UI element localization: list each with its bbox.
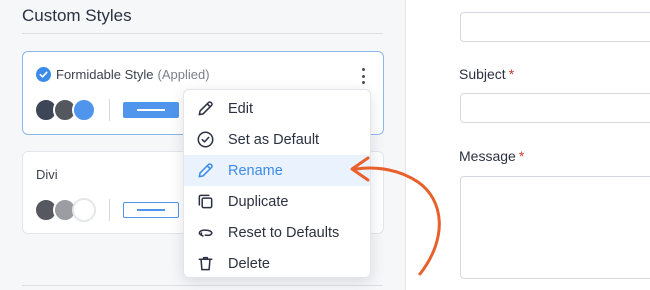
- text-input[interactable]: [460, 12, 650, 42]
- menu-item-delete[interactable]: Delete: [184, 248, 370, 279]
- applied-label: (Applied): [157, 67, 210, 82]
- message-textarea[interactable]: [460, 176, 650, 279]
- color-swatch: [72, 198, 96, 222]
- style-card-header: Divi: [36, 167, 58, 182]
- style-context-menu: Edit Set as Default Rename Duplicate Res…: [183, 89, 371, 278]
- style-name: Divi: [36, 167, 58, 182]
- menu-item-label: Delete: [228, 255, 270, 272]
- menu-item-label: Reset to Defaults: [228, 224, 340, 241]
- color-swatches: [34, 198, 100, 224]
- menu-item-duplicate[interactable]: Duplicate: [184, 186, 370, 217]
- menu-item-label: Rename: [228, 162, 283, 179]
- reset-icon: [195, 223, 215, 243]
- trash-icon: [195, 254, 215, 274]
- pencil-icon: [195, 99, 215, 119]
- divider: [109, 99, 110, 121]
- menu-item-label: Set as Default: [228, 131, 320, 148]
- form-preview: Subject * Message *: [406, 0, 650, 290]
- style-card-header: Formidable Style (Applied): [36, 67, 210, 82]
- menu-item-label: Duplicate: [228, 193, 289, 210]
- panel-title: Custom Styles: [22, 6, 132, 25]
- pencil-icon: [195, 161, 215, 181]
- divider: [22, 33, 383, 34]
- required-marker: *: [518, 148, 525, 164]
- menu-item-edit[interactable]: Edit: [184, 93, 370, 124]
- menu-item-label: Edit: [228, 100, 253, 117]
- required-marker: *: [508, 66, 515, 82]
- applied-check-icon: [36, 67, 51, 82]
- button-style-preview: [123, 202, 179, 218]
- style-name: Formidable Style: [56, 67, 154, 82]
- color-swatch: [72, 98, 96, 122]
- menu-item-rename[interactable]: Rename: [184, 155, 370, 186]
- menu-item-set-default[interactable]: Set as Default: [184, 124, 370, 155]
- duplicate-icon: [195, 192, 215, 212]
- divider: [109, 199, 110, 221]
- color-swatches: [34, 98, 100, 124]
- divider: [22, 285, 383, 286]
- subject-label: Subject *: [459, 66, 515, 82]
- subject-input[interactable]: [460, 93, 650, 123]
- more-options-icon[interactable]: [360, 68, 366, 84]
- message-label: Message *: [459, 148, 525, 164]
- menu-item-reset[interactable]: Reset to Defaults: [184, 217, 370, 248]
- check-circle-icon: [195, 130, 215, 150]
- button-style-preview: [123, 102, 179, 118]
